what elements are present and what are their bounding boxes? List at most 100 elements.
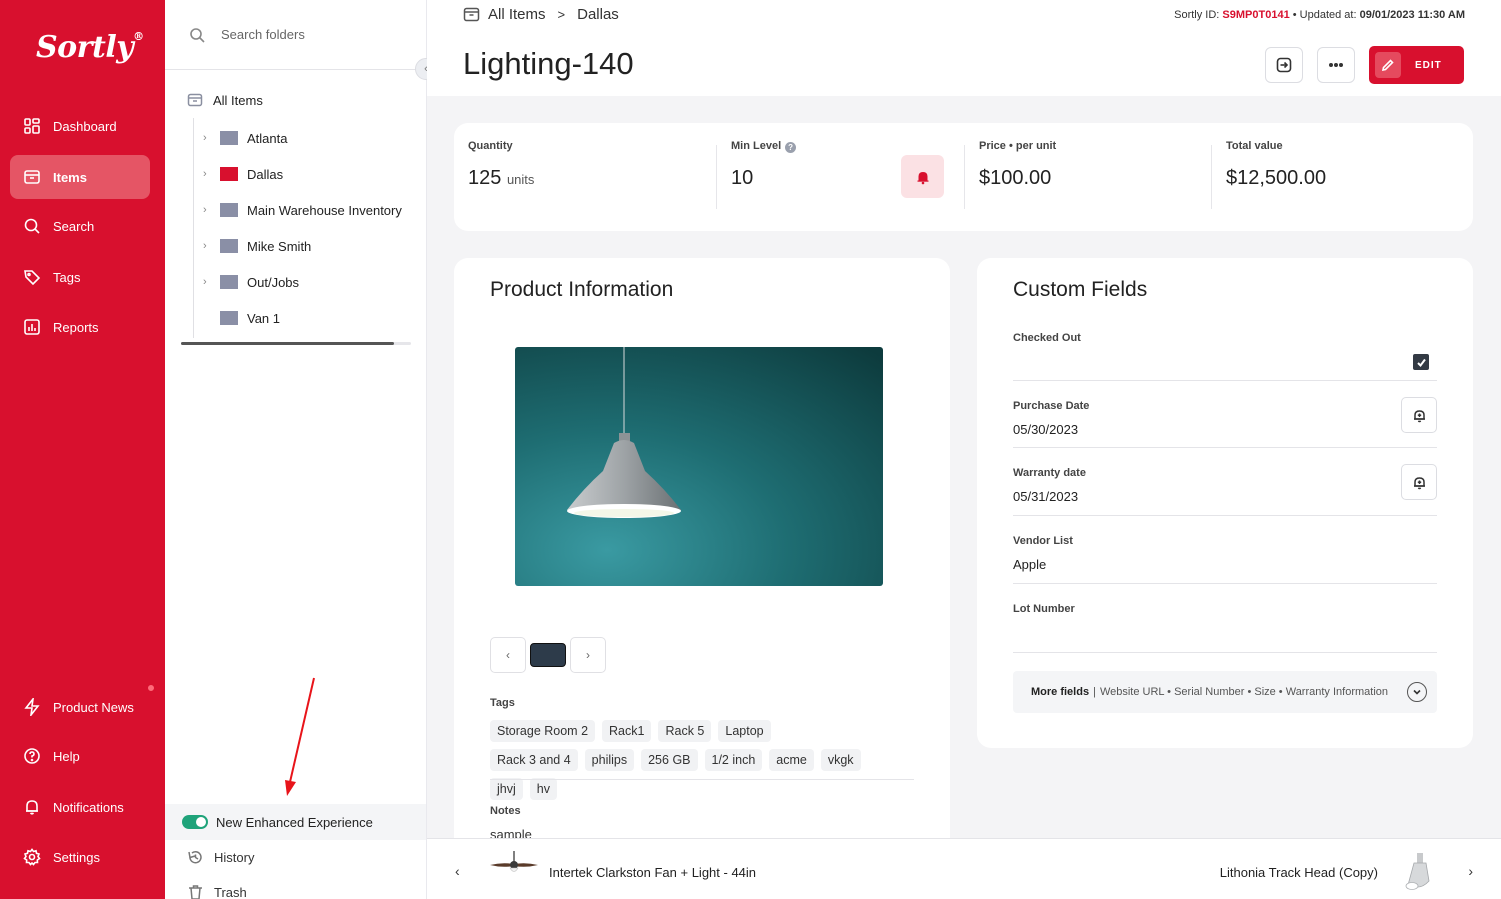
nav-items[interactable]: Items — [10, 155, 150, 199]
next-item-thumbnail[interactable] — [1402, 853, 1436, 898]
folder-icon — [220, 131, 238, 145]
purchase-date-reminder-button[interactable] — [1401, 397, 1437, 433]
custom-fields-card: Custom Fields Checked Out Purchase Date … — [977, 258, 1473, 748]
sortly-logo[interactable]: Sortly® — [36, 30, 144, 65]
tag[interactable]: Rack1 — [602, 720, 652, 742]
pencil-icon — [1375, 52, 1401, 78]
chevron-right-icon: › — [586, 648, 590, 662]
prev-photo-button[interactable]: ‹ — [490, 637, 526, 673]
tag[interactable]: vkgk — [820, 749, 861, 771]
warranty-date-reminder-button[interactable] — [1401, 464, 1437, 500]
stats-card: Quantity 125 units Min Level? 10 Price •… — [454, 123, 1473, 231]
tag[interactable]: Rack 5 — [658, 720, 712, 742]
folder-main-warehouse[interactable]: › Main Warehouse Inventory — [203, 200, 413, 220]
search-icon — [23, 217, 41, 235]
chevron-right-icon[interactable]: › — [203, 132, 215, 144]
checked-out-checkbox[interactable] — [1413, 354, 1429, 370]
tag[interactable]: 1/2 inch — [704, 749, 763, 771]
tag[interactable]: Rack 3 and 4 — [490, 749, 578, 771]
chevron-right-icon[interactable]: › — [203, 168, 215, 180]
folder-search[interactable]: Search folders — [165, 0, 426, 70]
nav-settings[interactable]: Settings — [10, 835, 150, 879]
enhanced-experience-row[interactable]: New Enhanced Experience — [165, 804, 426, 840]
min-level-value: 10 — [731, 167, 754, 189]
min-level-alert-button[interactable] — [901, 155, 944, 198]
nav-help[interactable]: Help — [10, 734, 150, 778]
tag[interactable]: 256 GB — [641, 749, 698, 771]
history-link[interactable]: History — [187, 849, 254, 866]
field-warranty-date: Warranty date 05/31/2023 — [1013, 464, 1437, 516]
folder-icon — [220, 275, 238, 289]
stat-quantity: Quantity 125 units — [468, 140, 535, 189]
search-icon — [190, 27, 205, 43]
nav-search[interactable]: Search — [10, 204, 150, 248]
prev-item-name[interactable]: Intertek Clarkston Fan + Light - 44in — [549, 865, 756, 880]
breadcrumb-all-items[interactable]: All Items — [488, 6, 546, 23]
product-photo[interactable] — [515, 347, 883, 586]
next-item-name[interactable]: Lithonia Track Head (Copy) — [1220, 865, 1378, 880]
chevron-right-icon[interactable]: › — [203, 276, 215, 288]
nav-dashboard[interactable]: Dashboard — [10, 104, 150, 148]
check-icon — [1416, 358, 1426, 367]
sortly-id: S9MP0T0141 — [1222, 9, 1290, 21]
prev-item-button[interactable]: ‹ — [455, 863, 460, 879]
nav-tags[interactable]: Tags — [10, 255, 150, 299]
breadcrumb-dallas[interactable]: Dallas — [577, 6, 619, 23]
chevron-right-icon[interactable]: › — [203, 204, 215, 216]
tag[interactable]: jhvj — [490, 778, 523, 800]
stat-total-value: Total value $12,500.00 — [1226, 140, 1327, 189]
folder-icon — [220, 167, 238, 181]
folder-icon — [220, 311, 238, 325]
edit-button[interactable]: EDIT — [1369, 46, 1464, 84]
folder-van-1[interactable]: Van 1 — [203, 308, 413, 328]
nav-notifications[interactable]: Notifications — [10, 785, 150, 829]
chevron-right-icon[interactable]: › — [203, 240, 215, 252]
more-options-button[interactable] — [1317, 47, 1355, 83]
more-fields-button[interactable]: More fields | Website URL • Serial Numbe… — [1013, 671, 1437, 713]
page-title: Lighting-140 — [463, 46, 634, 81]
breadcrumb: All Items > Dallas — [463, 6, 619, 23]
ellipsis-icon — [1328, 63, 1344, 68]
folder-out-jobs[interactable]: › Out/Jobs — [203, 272, 413, 292]
items-icon — [463, 7, 480, 22]
photo-thumbnail[interactable] — [530, 643, 566, 667]
folder-dallas[interactable]: › Dallas — [203, 164, 413, 184]
dashboard-icon — [23, 117, 41, 135]
purchase-date-value: 05/30/2023 — [1013, 422, 1079, 437]
help-icon[interactable]: ? — [785, 142, 797, 153]
field-vendor-list: Vendor List Apple — [1013, 535, 1437, 584]
notes-label: Notes — [490, 805, 521, 817]
tags-list: Storage Room 2 Rack1 Rack 5 Laptop Rack … — [490, 720, 870, 807]
divider — [490, 779, 914, 780]
item-meta: Sortly ID: S9MP0T0141 • Updated at: 09/0… — [1174, 9, 1465, 21]
nav-product-news[interactable]: Product News — [10, 685, 150, 729]
prev-item-thumbnail[interactable] — [488, 851, 540, 886]
tag[interactable]: acme — [769, 749, 814, 771]
folder-search-input[interactable]: Search folders — [221, 27, 305, 42]
tag[interactable]: Laptop — [718, 720, 771, 742]
tag[interactable]: hv — [529, 778, 557, 800]
nav-reports[interactable]: Reports — [10, 305, 150, 349]
folder-all-items[interactable]: All Items — [187, 92, 263, 108]
folder-scrollbar[interactable] — [181, 342, 411, 345]
section-title: Product Information — [490, 278, 674, 301]
folder-panel: Search folders ‹ All Items › Atlanta › D… — [165, 0, 437, 899]
trash-link[interactable]: Trash — [187, 884, 247, 899]
scrollbar-thumb[interactable] — [181, 342, 394, 345]
move-button[interactable] — [1265, 47, 1303, 83]
tag[interactable]: Storage Room 2 — [490, 720, 596, 742]
chevron-left-icon: ‹ — [506, 648, 510, 662]
gear-icon — [23, 848, 41, 866]
folder-mike-smith[interactable]: › Mike Smith — [203, 236, 413, 256]
warranty-date-value: 05/31/2023 — [1013, 489, 1079, 504]
folder-atlanta[interactable]: › Atlanta — [203, 128, 413, 148]
history-icon — [188, 851, 202, 864]
vendor-value: Apple — [1013, 557, 1047, 572]
next-photo-button[interactable]: › — [570, 637, 606, 673]
chevron-down-icon[interactable] — [1407, 682, 1427, 702]
enhanced-experience-toggle[interactable] — [182, 815, 208, 829]
folder-icon — [220, 203, 238, 217]
tag[interactable]: philips — [584, 749, 635, 771]
next-item-button[interactable]: › — [1468, 863, 1473, 879]
main-nav: Sortly® Dashboard Items Search Tags Repo… — [0, 0, 165, 899]
